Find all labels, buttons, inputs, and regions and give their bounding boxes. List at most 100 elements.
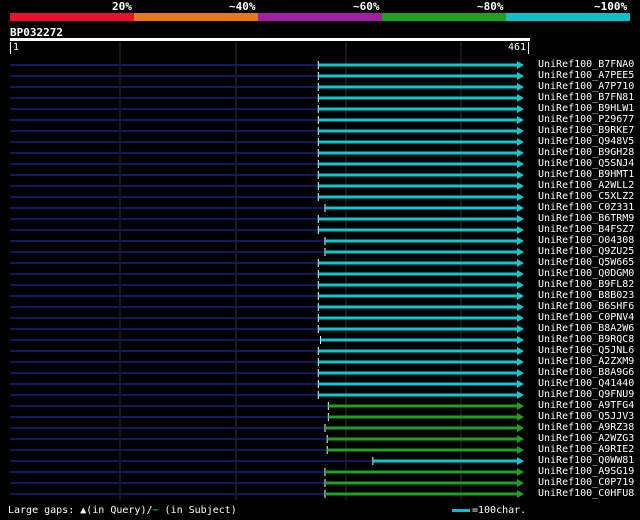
hit-label[interactable]: UniRef100_B8A9G6 [538, 367, 634, 378]
scale-swatch [452, 508, 470, 512]
hit-row[interactable] [10, 325, 524, 333]
hit-row[interactable] [10, 380, 524, 388]
hit-arrow [517, 94, 524, 102]
hit-label[interactable]: UniRef100_B4FSZ7 [538, 224, 634, 235]
hit-row[interactable] [10, 94, 524, 102]
hit-row[interactable] [10, 61, 524, 69]
hit-arrow [517, 149, 524, 157]
hit-row[interactable] [10, 105, 524, 113]
hit-row[interactable] [10, 281, 524, 289]
hit-row[interactable] [10, 160, 524, 168]
hit-label[interactable]: UniRef100_A9SG19 [538, 466, 634, 477]
hit-arrow [517, 204, 524, 212]
hit-arrow [517, 369, 524, 377]
hit-row[interactable] [10, 83, 524, 91]
hit-arrow [517, 248, 524, 256]
hit-row[interactable] [10, 72, 524, 80]
hit-arrow [517, 402, 524, 410]
hit-label[interactable]: UniRef100_Q5SNJ4 [538, 158, 634, 169]
hit-label[interactable]: UniRef100_A7PEE5 [538, 70, 634, 81]
hit-row[interactable] [10, 336, 524, 344]
hit-label[interactable]: UniRef100_A2WLL2 [538, 180, 634, 191]
hit-label[interactable]: UniRef100_A2WZG3 [538, 433, 634, 444]
hit-arrow [517, 457, 524, 465]
hit-label[interactable]: UniRef100_Q5W665 [538, 257, 634, 268]
hit-label[interactable]: UniRef100_B8B023 [538, 290, 634, 301]
hit-label[interactable]: UniRef100_Q5JNL6 [538, 345, 634, 356]
hit-row[interactable] [10, 171, 524, 179]
hit-arrow [517, 215, 524, 223]
hit-label[interactable]: UniRef100_B8A2W6 [538, 323, 634, 334]
hit-row[interactable] [10, 303, 524, 311]
hit-label[interactable]: UniRef100_B9HMT1 [538, 169, 634, 180]
gaps-query-text: Large gaps: ▲(in Query)/ [8, 505, 153, 516]
hit-label[interactable]: UniRef100_B6SHF6 [538, 301, 634, 312]
hit-label[interactable]: UniRef100_B9GH28 [538, 147, 634, 158]
hit-label[interactable]: UniRef100_Q9FNU9 [538, 389, 634, 400]
hit-label[interactable]: UniRef100_Q948V5 [538, 136, 634, 147]
hit-label[interactable]: UniRef100_O04308 [538, 235, 634, 246]
hit-arrow [517, 468, 524, 476]
hit-row[interactable] [10, 204, 524, 212]
hit-label[interactable]: UniRef100_Q5JJV3 [538, 411, 634, 422]
hit-row[interactable] [10, 369, 524, 377]
hit-row[interactable] [10, 446, 524, 454]
hit-label[interactable]: UniRef100_Q9ZU25 [538, 246, 634, 257]
hit-label[interactable]: UniRef100_B9RQC8 [538, 334, 634, 345]
hit-row[interactable] [10, 127, 524, 135]
hit-label[interactable]: UniRef100_C5XLZ2 [538, 191, 634, 202]
hit-label[interactable]: UniRef100_B9FL82 [538, 279, 634, 290]
hit-arrow [517, 127, 524, 135]
hit-label[interactable]: UniRef100_Q0WW81 [538, 455, 634, 466]
hit-row[interactable] [10, 490, 524, 498]
hit-row[interactable] [10, 347, 524, 355]
hit-row[interactable] [10, 182, 524, 190]
hit-row[interactable] [10, 149, 524, 157]
hit-row[interactable] [10, 314, 524, 322]
hit-label[interactable]: UniRef100_B9HLW1 [538, 103, 634, 114]
hit-label[interactable]: UniRef100_B7FNA0 [538, 59, 634, 70]
hit-label[interactable]: UniRef100_B9RKE7 [538, 125, 634, 136]
hit-label[interactable]: UniRef100_B7FN81 [538, 92, 634, 103]
hit-label[interactable]: UniRef100_C0Z331 [538, 202, 634, 213]
hit-row[interactable] [10, 270, 524, 278]
hit-arrow [517, 270, 524, 278]
hit-row[interactable] [10, 435, 524, 443]
hit-label[interactable]: UniRef100_C0PNV4 [538, 312, 634, 323]
hit-label[interactable]: UniRef100_A9RIE2 [538, 444, 634, 455]
hit-label[interactable]: UniRef100_P29677 [538, 114, 634, 125]
hit-label[interactable]: UniRef100_C0HFU8 [538, 488, 634, 499]
hit-row[interactable] [10, 237, 524, 245]
hit-row[interactable] [10, 391, 524, 399]
hit-label[interactable]: UniRef100_A7P710 [538, 81, 634, 92]
hit-row[interactable] [10, 259, 524, 267]
hit-row[interactable] [10, 479, 524, 487]
hit-row[interactable] [10, 402, 524, 410]
hit-row[interactable] [10, 248, 524, 256]
hit-arrow [517, 160, 524, 168]
hit-arrow [517, 435, 524, 443]
hit-arrow [517, 424, 524, 432]
hit-row[interactable] [10, 424, 524, 432]
hit-row[interactable] [10, 226, 524, 234]
hit-row[interactable] [10, 292, 524, 300]
hit-label[interactable]: UniRef100_C0P719 [538, 477, 634, 488]
hit-row[interactable] [10, 193, 524, 201]
hit-row[interactable] [10, 116, 524, 124]
hit-row[interactable] [10, 215, 524, 223]
hit-arrow [517, 336, 524, 344]
hit-label[interactable]: UniRef100_Q0DGM0 [538, 268, 634, 279]
hit-row[interactable] [10, 413, 524, 421]
hit-row[interactable] [10, 457, 524, 465]
hit-label[interactable]: UniRef100_A2ZXM9 [538, 356, 634, 367]
hit-label[interactable]: UniRef100_Q41440 [538, 378, 634, 389]
hit-row[interactable] [10, 138, 524, 146]
hit-row[interactable] [10, 358, 524, 366]
hit-row[interactable] [10, 468, 524, 476]
hit-arrow [517, 303, 524, 311]
hit-arrow [517, 226, 524, 234]
hit-label[interactable]: UniRef100_A9RZ38 [538, 422, 634, 433]
hit-label[interactable]: UniRef100_B6TRM9 [538, 213, 634, 224]
hit-label[interactable]: UniRef100_A9TFG4 [538, 400, 634, 411]
hit-arrow [517, 358, 524, 366]
